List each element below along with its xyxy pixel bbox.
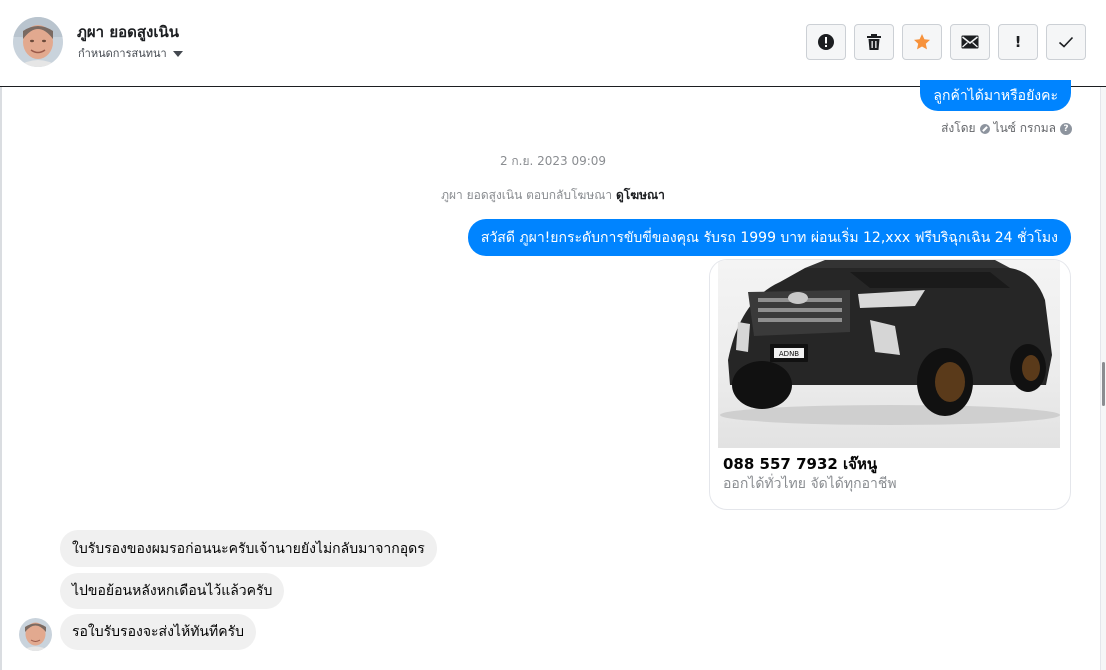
contact-avatar[interactable] [13,17,63,67]
message-text: สวัสดี ภูผา!ยกระดับการขับขี่ของคุณ รับรถ… [480,229,1058,246]
car-image: ADNB [710,260,1070,448]
trash-icon [867,34,881,50]
conversation-settings-label: กำหนดการสนทนา [78,47,167,60]
verified-icon [979,123,990,134]
conversation-header: ภูผา ยอดสูงเนิน กำหนดการสนทนา ! [0,0,1106,87]
help-icon[interactable]: ? [1060,122,1072,135]
view-ad-link[interactable]: ดูโฆษณา [616,188,665,202]
report-icon [818,34,834,50]
sent-by-info: ส่งโดย ไนซ์ กรกมล ? [941,119,1072,138]
message-text: ใบรับรองของผมรอก่อนนะครับเจ้านายยังไม่กล… [72,540,425,557]
message-text: รอใบรับรองจะส่งไห้ทันทีครับ [72,624,244,640]
star-icon [914,34,930,50]
sent-by-prefix: ส่งโดย [941,121,976,135]
conversation-settings-dropdown[interactable]: กำหนดการสนทนา [78,44,183,62]
ad-reply-text: ภูผา ยอดสูงเนิน ตอบกลับโฆษณา [441,188,613,202]
contact-name: ภูผา ยอดสูงเนิน [77,23,179,41]
license-plate: ADNB [779,350,799,358]
delete-button[interactable] [854,24,894,60]
incoming-message[interactable]: ไปขอย้อนหลังหกเดือนไว้แล้วครับ [60,573,285,609]
ad-image: ADNB [710,260,1070,448]
header-actions: ! [806,24,1086,60]
caret-down-icon [172,50,183,57]
incoming-message[interactable]: รอใบรับรองจะส่งไห้ทันทีครับ [60,614,256,650]
spam-icon: ! [1014,33,1022,51]
envelope-icon [961,35,979,49]
mark-unread-button[interactable] [950,24,990,60]
mark-spam-button[interactable]: ! [998,24,1038,60]
ad-reply-note: ภูผา ยอดสูงเนิน ตอบกลับโฆษณา ดูโฆษณา [0,186,1106,205]
check-icon [1058,36,1074,48]
outgoing-ad-message[interactable]: สวัสดี ภูผา!ยกระดับการขับขี่ของคุณ รับรถ… [467,219,1071,256]
scrollbar-thumb[interactable] [1102,362,1105,406]
message-timestamp: 2 ก.ย. 2023 09:09 [499,154,607,168]
incoming-message[interactable]: ใบรับรองของผมรอก่อนนะครับเจ้านายยังไม่กล… [60,530,437,567]
outgoing-message[interactable]: ลูกค้าได้มาหรือยังคะ [920,80,1071,111]
star-button[interactable] [902,24,942,60]
ad-card[interactable]: ADNB 088 557 7932 เจ๊หนู ออกได้ทั่วไทย จ… [709,259,1071,510]
report-button[interactable] [806,24,846,60]
sent-by-name: ไนซ์ กรกมล [993,121,1056,135]
message-text: ลูกค้าได้มาหรือยังคะ [933,87,1058,104]
left-border [0,0,2,670]
ad-description: ออกได้ทั่วไทย จัดได้ทุกอาชีพ [723,476,897,492]
message-text: ไปขอย้อนหลังหกเดือนไว้แล้วครับ [72,583,273,599]
mark-done-button[interactable] [1046,24,1086,60]
sender-avatar[interactable] [19,618,52,651]
